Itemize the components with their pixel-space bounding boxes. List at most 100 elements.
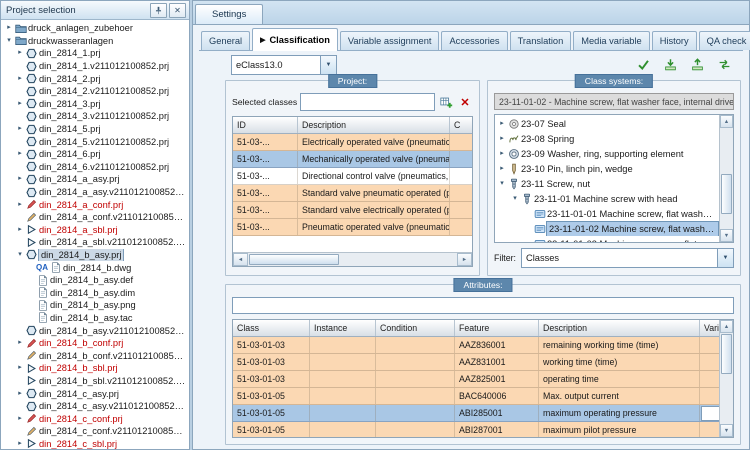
project-tree-item[interactable]: din_2814_b_conf.v211012100852.prj (1, 349, 189, 362)
project-tree-item[interactable]: din_2814_3.v211012100852.prj (1, 110, 189, 123)
scroll-left-icon[interactable]: ◄ (233, 253, 248, 266)
expand-arrow-icon[interactable]: ▸ (15, 413, 25, 425)
expand-arrow-icon[interactable]: ▸ (497, 117, 507, 131)
project-tree-item[interactable]: ▾din_2814_b_asy.prj (1, 249, 189, 262)
attributes-filter-input[interactable] (232, 297, 734, 314)
expand-arrow-icon[interactable]: ▸ (497, 147, 507, 161)
class-tree-item[interactable]: ▾23-11-01 Machine screw with head (495, 191, 719, 206)
project-tree-item[interactable]: ▸din_2814_5.prj (1, 123, 189, 136)
column-header-extra[interactable]: C (450, 117, 472, 133)
project-tree-item[interactable]: ▸druck_anlagen_zubehoer (1, 22, 189, 35)
hscroll-thumb[interactable] (249, 254, 339, 265)
scroll-down-icon[interactable]: ▼ (720, 424, 733, 437)
settings-window-tab[interactable]: Settings (195, 4, 263, 24)
expand-arrow-icon[interactable]: ▸ (15, 123, 25, 135)
project-tree-item[interactable]: ▸din_2814_c_conf.prj (1, 412, 189, 425)
import-icon[interactable] (659, 55, 681, 75)
project-tree-item[interactable]: ▸din_2814_a_asy.prj (1, 173, 189, 186)
scroll-up-icon[interactable]: ▲ (720, 320, 733, 333)
remove-class-icon[interactable]: ✕ (457, 94, 473, 110)
vscroll-track[interactable] (720, 333, 733, 424)
expand-arrow-icon[interactable]: ▸ (15, 98, 25, 110)
variable-editor[interactable]: ▼ (701, 406, 719, 421)
collapse-arrow-icon[interactable]: ▾ (15, 249, 25, 261)
project-tree-item[interactable]: din_2814_a_conf.v211012100852.prj (1, 211, 189, 224)
selected-classes-input[interactable] (300, 93, 435, 111)
project-tree-item[interactable]: din_2814_b_asy.tac (1, 312, 189, 325)
vscroll-thumb[interactable] (721, 334, 732, 374)
project-tree-item[interactable]: din_2814_6.v211012100852.prj (1, 161, 189, 174)
project-tree-item[interactable]: din_2814_b_sbl.v211012100852.prj (1, 375, 189, 388)
scroll-down-icon[interactable]: ▼ (720, 229, 733, 242)
class-tree-item[interactable]: ▸23-07 Seal (495, 116, 719, 131)
tab-general[interactable]: General (201, 31, 250, 50)
class-row[interactable]: 51-03-...Standard valve pneumatic operat… (233, 185, 472, 202)
class-row[interactable]: 51-03-...Directional control valve (pneu… (233, 168, 472, 185)
project-tree-item[interactable]: din_2814_1.v211012100852.prj (1, 60, 189, 73)
expand-arrow-icon[interactable]: ▸ (15, 47, 25, 59)
expand-arrow-icon[interactable]: ▸ (15, 337, 25, 349)
project-tree-item[interactable]: ▸din_2814_1.prj (1, 47, 189, 60)
tab-media-variable[interactable]: Media variable (573, 31, 649, 50)
project-tree-item[interactable]: ▸din_2814_b_conf.prj (1, 337, 189, 350)
expand-arrow-icon[interactable]: ▸ (15, 388, 25, 400)
project-tree-item[interactable]: din_2814_2.v211012100852.prj (1, 85, 189, 98)
project-tree-item[interactable]: din_2814_b_asy.png (1, 299, 189, 312)
project-tree-item[interactable]: ▸din_2814_2.prj (1, 72, 189, 85)
attribute-row[interactable]: 51-03-01-05ABI287001maximum pilot pressu… (233, 422, 719, 437)
expand-arrow-icon[interactable]: ▸ (15, 362, 25, 374)
column-header-class[interactable]: Class (233, 320, 310, 336)
expand-arrow-icon[interactable]: ▸ (4, 22, 14, 34)
class-system-select[interactable]: eClass13.0 ▼ (231, 55, 337, 75)
class-tree-item[interactable]: 23-11-01-01 Machine screw, flat washer f… (495, 206, 719, 221)
project-table-hscrollbar[interactable]: ◄ ► (233, 252, 472, 266)
project-tree-item[interactable]: ▸din_2814_6.prj (1, 148, 189, 161)
class-row[interactable]: 51-03-...Pneumatic operated valve (pneum… (233, 219, 472, 236)
class-tree-item[interactable]: 23-11-01-03 Machine screw, non flat wash… (495, 236, 719, 242)
tab-qa-check[interactable]: QA check (699, 31, 750, 50)
expand-arrow-icon[interactable]: ▸ (15, 199, 25, 211)
class-tree-item[interactable]: ▸23-09 Washer, ring, supporting element (495, 146, 719, 161)
hscroll-track[interactable] (248, 253, 457, 266)
project-tree-item[interactable]: din_2814_b_asy.dim (1, 286, 189, 299)
collapse-arrow-icon[interactable]: ▾ (497, 177, 507, 191)
close-icon[interactable]: ✕ (169, 3, 186, 18)
column-header-description[interactable]: Description (539, 320, 700, 336)
column-header-condition[interactable]: Condition (376, 320, 455, 336)
project-tree-item[interactable]: ▸din_2814_a_sbl.prj (1, 224, 189, 237)
tab-accessories[interactable]: Accessories (441, 31, 507, 50)
column-header-description[interactable]: Description (298, 117, 450, 133)
project-tree-item[interactable]: QAdin_2814_b.dwg (1, 261, 189, 274)
project-tree-item[interactable]: ▸din_2814_c_asy.prj (1, 387, 189, 400)
expand-arrow-icon[interactable]: ▸ (15, 73, 25, 85)
pin-icon[interactable] (150, 3, 167, 18)
vscroll-track[interactable] (720, 128, 733, 229)
expand-arrow-icon[interactable]: ▸ (15, 173, 25, 185)
project-tree-item[interactable]: din_2814_b_asy.def (1, 274, 189, 287)
project-tree-item[interactable]: din_2814_5.v211012100852.prj (1, 135, 189, 148)
column-header-id[interactable]: ID (233, 117, 298, 133)
attribute-row[interactable]: 51-03-01-03AAZ831001working time (time) (233, 354, 719, 371)
vscroll-thumb[interactable] (721, 174, 732, 214)
column-header-variable[interactable]: Variable (700, 320, 719, 336)
chevron-down-icon[interactable]: ▼ (320, 56, 336, 74)
tab-history[interactable]: History (652, 31, 697, 50)
attribute-row[interactable]: 51-03-01-03AAZ836001remaining working ti… (233, 337, 719, 354)
class-tree-scrollbar[interactable]: ▲ ▼ (719, 115, 733, 242)
class-tree-item[interactable]: ▸23-08 Spring (495, 131, 719, 146)
scroll-up-icon[interactable]: ▲ (720, 115, 733, 128)
expand-arrow-icon[interactable]: ▸ (497, 132, 507, 146)
project-tree-item[interactable]: din_2814_b_asy.v211012100852.prj (1, 324, 189, 337)
class-tree-item[interactable]: ▾23-11 Screw, nut (495, 176, 719, 191)
tab-variable-assignment[interactable]: Variable assignment (340, 31, 440, 50)
export-icon[interactable] (686, 55, 708, 75)
class-row[interactable]: 51-03-...Electrically operated valve (pn… (233, 134, 472, 151)
chevron-down-icon[interactable]: ▼ (717, 249, 733, 267)
project-tree-item[interactable]: ▸din_2814_3.prj (1, 98, 189, 111)
class-tree-item[interactable]: 23-11-01-02 Machine screw, flat washer f… (495, 221, 719, 236)
class-row[interactable]: 51-03-...Standard valve electrically ope… (233, 202, 472, 219)
attributes-table-scrollbar[interactable]: ▲ ▼ (719, 320, 733, 437)
project-tree-item[interactable]: din_2814_c_conf.v211012100852.prj (1, 425, 189, 438)
class-tree-item[interactable]: ▸23-10 Pin, linch pin, wedge (495, 161, 719, 176)
collapse-arrow-icon[interactable]: ▾ (4, 35, 14, 47)
